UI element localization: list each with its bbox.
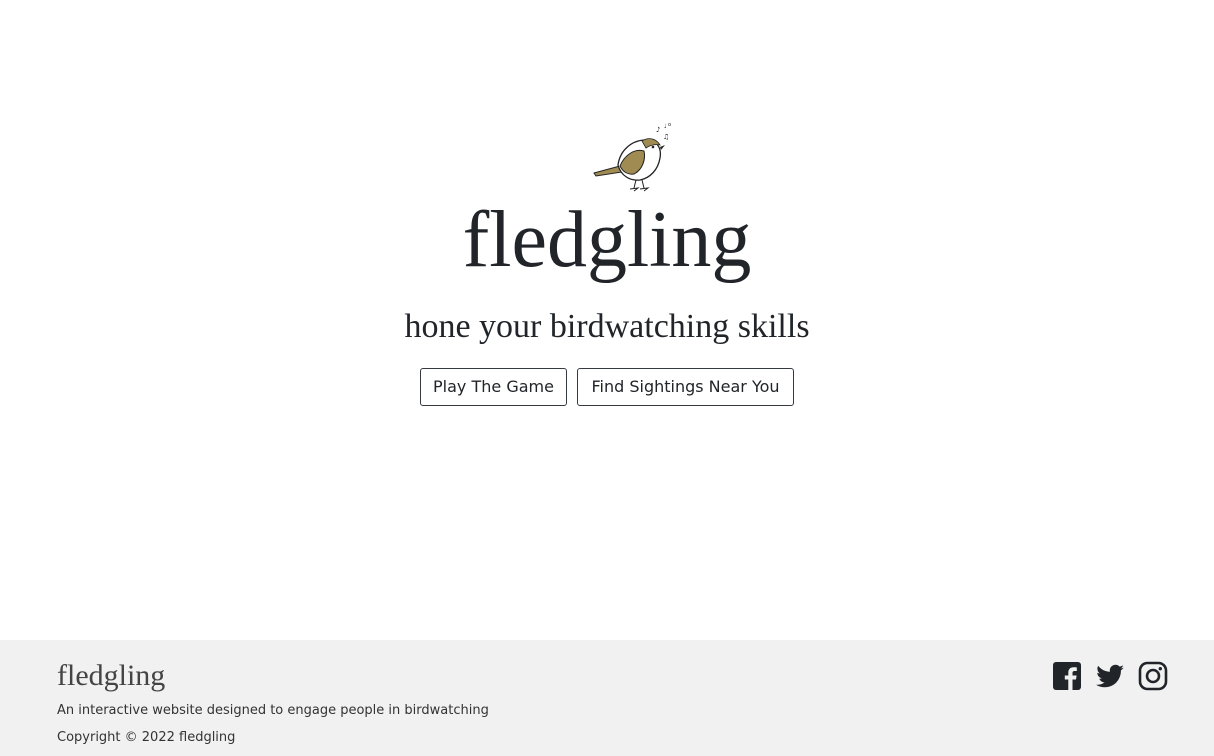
- footer-brand: fledgling: [57, 659, 166, 692]
- twitter-icon[interactable]: [1095, 661, 1125, 691]
- svg-text:o: o: [668, 122, 671, 128]
- footer: fledgling An interactive website designe…: [0, 640, 1214, 756]
- instagram-icon[interactable]: [1138, 661, 1168, 691]
- footer-copyright: Copyright © 2022 fledgling: [57, 730, 236, 745]
- footer-description: An interactive website designed to engag…: [57, 703, 489, 718]
- social-links: [1052, 661, 1168, 691]
- play-game-button[interactable]: Play The Game: [420, 368, 567, 406]
- svg-text:♩: ♩: [664, 123, 667, 130]
- svg-text:♫: ♫: [663, 133, 669, 141]
- svg-text:♪: ♪: [656, 126, 660, 134]
- find-sightings-button[interactable]: Find Sightings Near You: [577, 368, 794, 406]
- page: ♪ ♩ ♫ o fledgling hone your birdwatching…: [0, 0, 1214, 756]
- hero-actions: Play The Game Find Sightings Near You: [0, 368, 1214, 406]
- facebook-icon[interactable]: [1052, 661, 1082, 691]
- page-title: fledgling: [462, 196, 752, 284]
- singing-bird-icon: ♪ ♩ ♫ o: [593, 122, 671, 192]
- hero-section: ♪ ♩ ♫ o fledgling hone your birdwatching…: [0, 0, 1214, 640]
- tagline: hone your birdwatching skills: [404, 308, 810, 345]
